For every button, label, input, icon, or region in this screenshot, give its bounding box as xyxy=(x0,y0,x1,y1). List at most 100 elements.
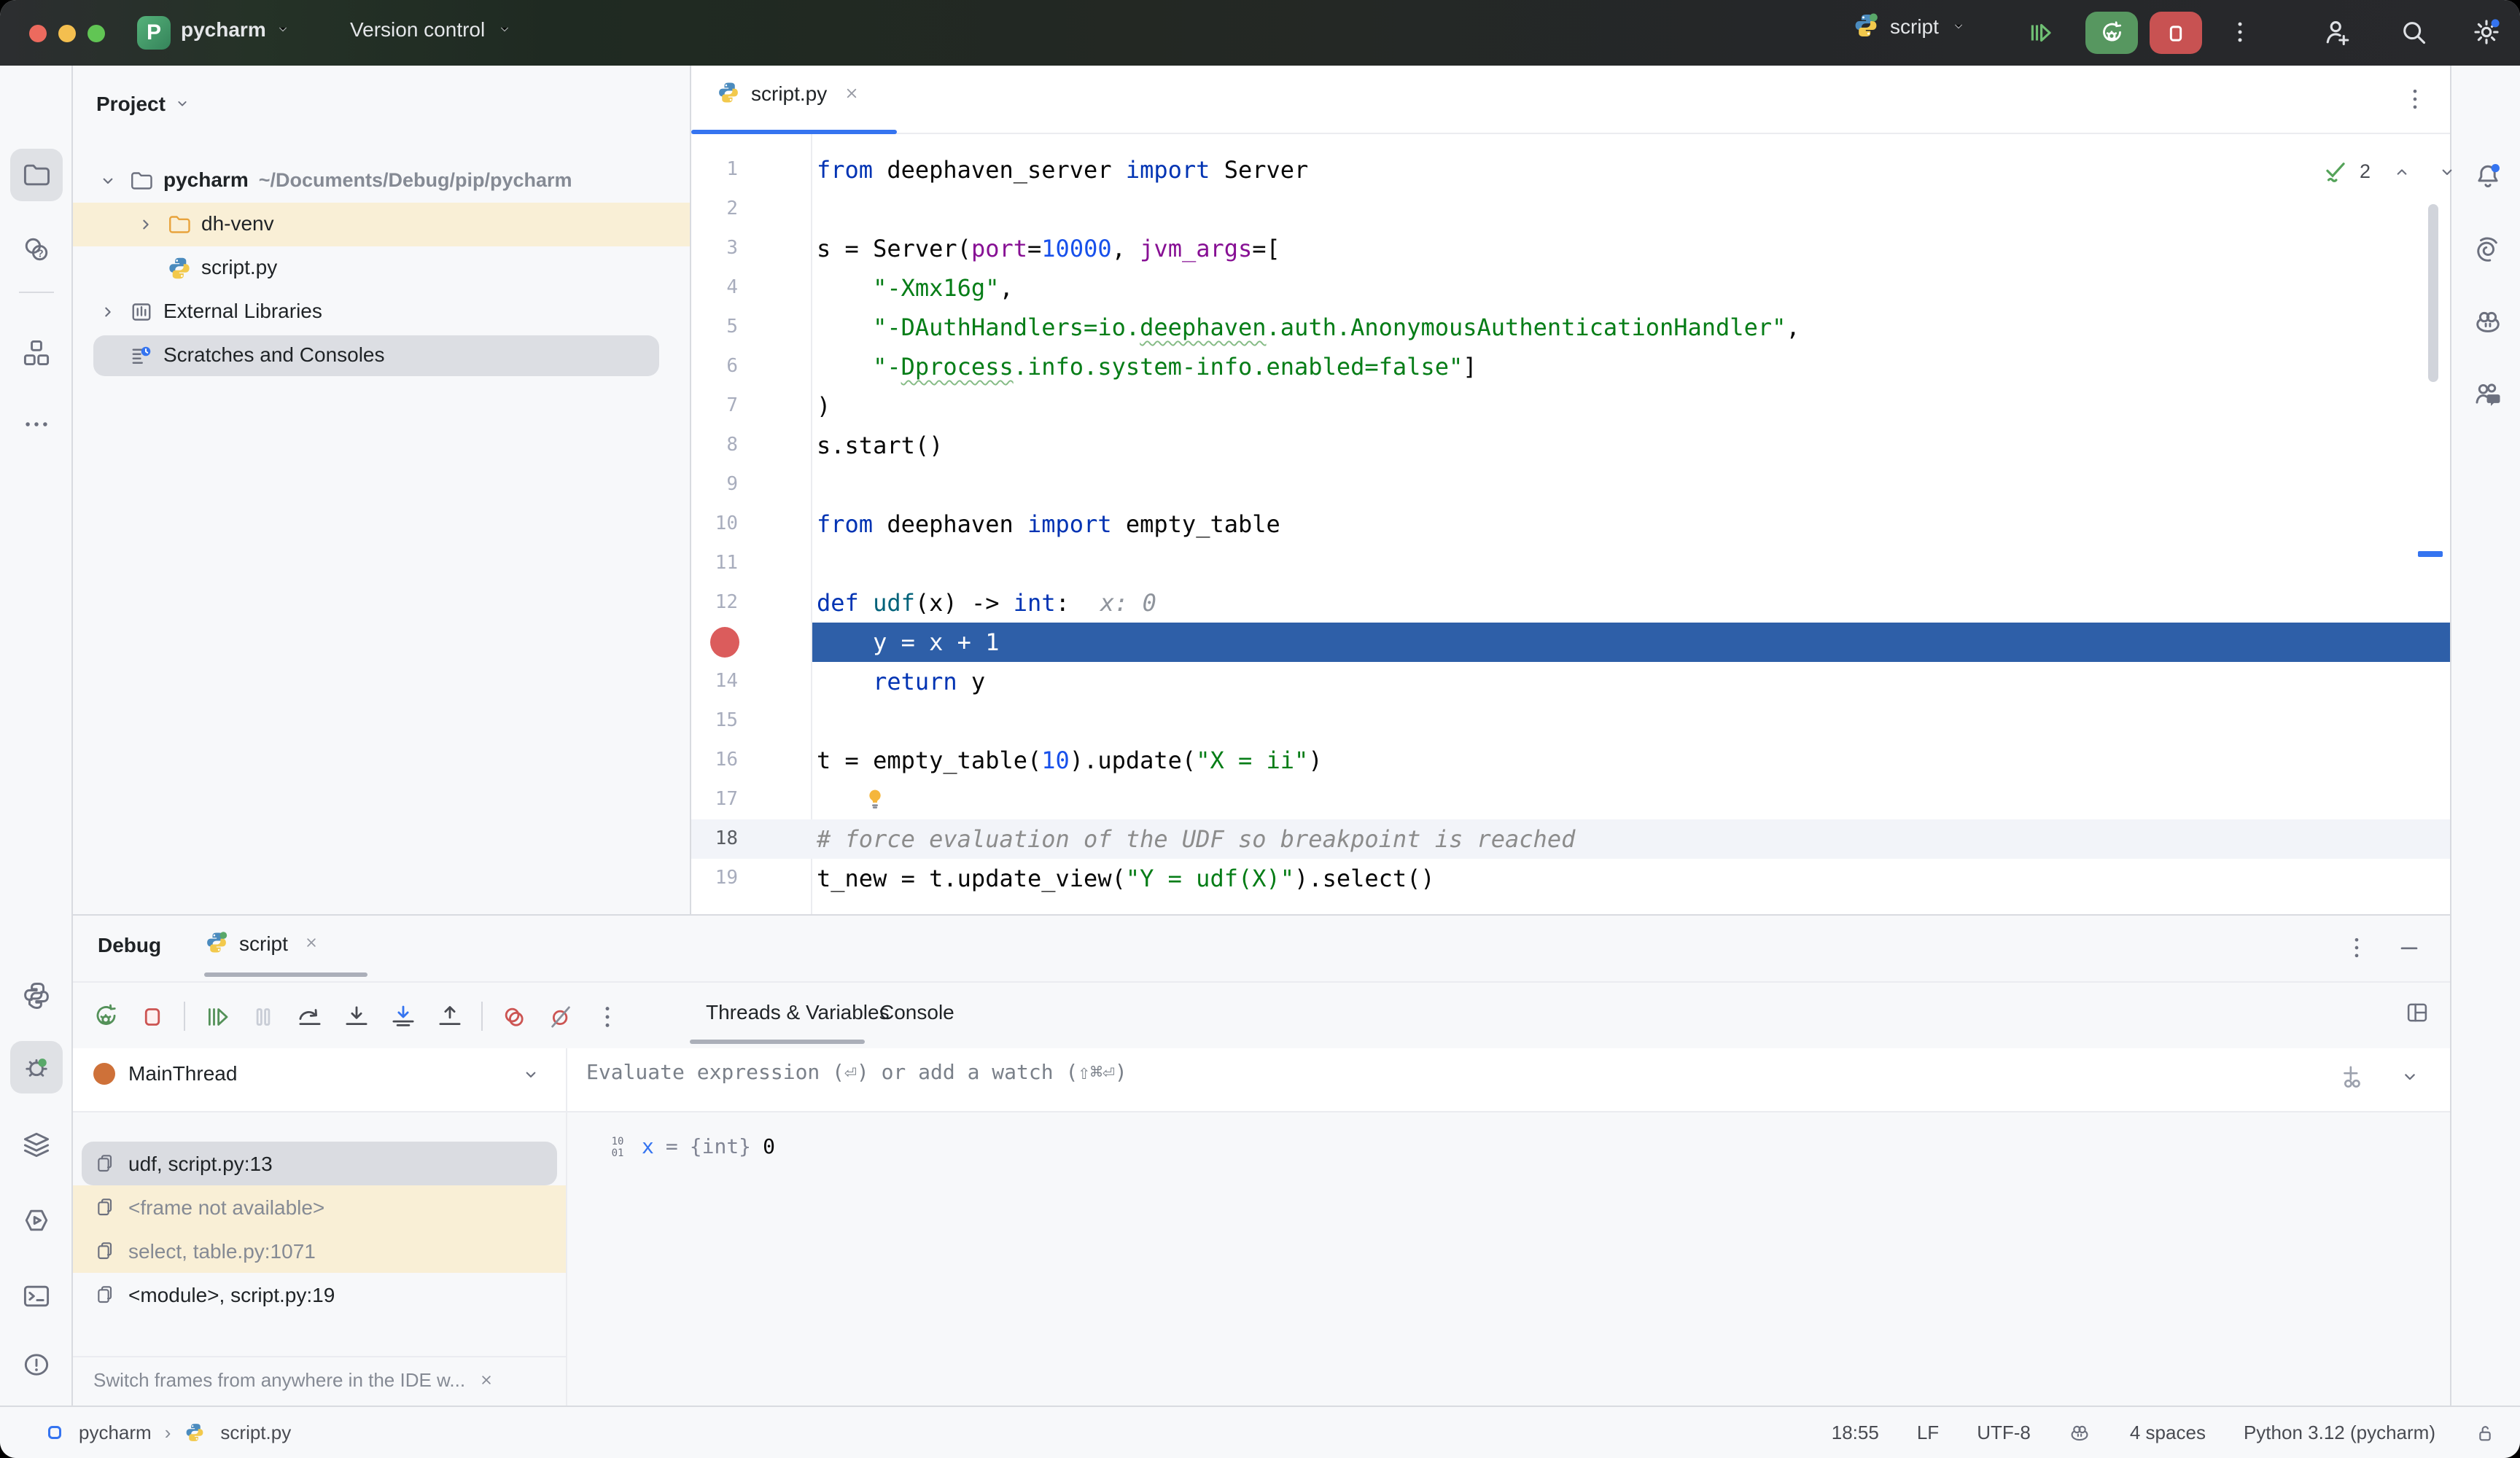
code-editor[interactable]: 1 from deephaven_server import Server 23 s … xyxy=(691,134,2450,914)
debug-options-kebab-icon[interactable] xyxy=(2342,933,2371,962)
breakpoint-icon[interactable] xyxy=(710,627,739,658)
line-number[interactable]: 2 xyxy=(691,190,738,229)
tree-item-pycharm[interactable]: pycharm~/Documents/Debug/pip/pycharm xyxy=(73,159,690,203)
line-number[interactable]: 6 xyxy=(691,347,738,386)
resume-icon[interactable] xyxy=(201,1001,232,1032)
code-line-4[interactable]: "-Xmx16g", xyxy=(817,268,1014,308)
services-icon[interactable] xyxy=(10,1118,63,1171)
code-line-3[interactable]: s = Server(port=10000, jvm_args=[ xyxy=(817,229,1280,268)
search-icon[interactable] xyxy=(2398,16,2430,48)
add-watch-icon[interactable] xyxy=(2339,1063,2368,1092)
status-item[interactable]: LF xyxy=(1917,1422,1939,1443)
line-number[interactable]: 15 xyxy=(691,701,738,741)
frame-row[interactable]: select, table.py:1071 xyxy=(73,1229,566,1273)
code-line-1[interactable]: from deephaven_server import Server xyxy=(817,150,1308,190)
code-line-18[interactable]: # force evaluation of the UDF so breakpo… xyxy=(817,819,1575,859)
breadcrumb-file[interactable]: script.py xyxy=(220,1422,291,1443)
ai-assistant-icon[interactable] xyxy=(2462,223,2514,276)
stop-red-icon[interactable] xyxy=(137,1001,168,1032)
force-step-into-icon[interactable] xyxy=(388,1001,419,1032)
code-line-16[interactable]: t = empty_table(10).update("X = ii") xyxy=(817,741,1323,780)
frame-row[interactable]: <frame not available> xyxy=(73,1185,566,1229)
code-line-13[interactable]: y = x + 1 xyxy=(817,623,999,662)
chevron-down-icon[interactable] xyxy=(2435,160,2458,183)
close-icon[interactable] xyxy=(477,1371,496,1389)
tab-console[interactable]: Console xyxy=(879,1000,954,1024)
mute-breakpoints-icon[interactable] xyxy=(545,1001,576,1032)
line-number[interactable]: 7 xyxy=(691,386,738,426)
project-panel-header[interactable]: Project xyxy=(96,92,193,115)
tree-item-scratches-and-consoles[interactable]: Scratches and Consoles xyxy=(73,334,690,378)
terminal-icon[interactable] xyxy=(10,1270,63,1322)
code-line-8[interactable]: s.start() xyxy=(817,426,943,465)
lock-open-icon[interactable] xyxy=(2473,1421,2497,1444)
chevron-down-icon[interactable] xyxy=(519,1063,542,1086)
rerun-debug-icon[interactable] xyxy=(90,1001,121,1032)
chevron-down-icon[interactable] xyxy=(2398,1064,2422,1089)
resume-program-button[interactable] xyxy=(2024,17,2055,48)
chevron-right-icon[interactable] xyxy=(134,213,158,236)
code-line-19[interactable]: t_new = t.update_view("Y = udf(X)").sele… xyxy=(817,859,1435,898)
close-icon[interactable] xyxy=(303,933,322,952)
line-number[interactable]: 14 xyxy=(691,662,738,701)
line-number[interactable]: 16 xyxy=(691,741,738,780)
status-item[interactable]: UTF-8 xyxy=(1977,1422,2031,1443)
status-item[interactable]: 4 spaces xyxy=(2130,1422,2206,1443)
step-out-icon[interactable] xyxy=(435,1001,465,1032)
code-line-10[interactable]: from deephaven import empty_table xyxy=(817,504,1280,544)
intention-bulb-icon[interactable] xyxy=(860,784,890,814)
stop-button[interactable] xyxy=(2150,12,2202,54)
frame-row[interactable]: udf, script.py:13 xyxy=(82,1142,557,1185)
code-line-12[interactable]: def udf(x) -> int:x: 0 xyxy=(817,583,1156,623)
status-item[interactable]: 18:55 xyxy=(1832,1422,1879,1443)
tree-item-external-libraries[interactable]: External Libraries xyxy=(73,290,690,334)
step-over-icon[interactable] xyxy=(295,1001,325,1032)
line-number[interactable]: 10 xyxy=(691,504,738,544)
step-into-icon[interactable] xyxy=(341,1001,372,1032)
code-line-14[interactable]: return y xyxy=(817,662,985,701)
breadcrumb-project[interactable]: pycharm xyxy=(79,1422,152,1443)
editor-scrollbar[interactable] xyxy=(2428,204,2438,382)
chevron-up-icon[interactable] xyxy=(2389,160,2413,183)
line-number[interactable]: 4 xyxy=(691,268,738,308)
problems-icon[interactable] xyxy=(10,1338,63,1391)
code-with-me-icon[interactable] xyxy=(2462,369,2514,421)
line-number[interactable]: 5 xyxy=(691,308,738,347)
add-user-icon[interactable] xyxy=(2322,16,2354,48)
structure-icon[interactable] xyxy=(10,327,63,379)
hide-panel-icon[interactable] xyxy=(2395,933,2424,962)
tab-threads-variables[interactable]: Threads & Variables xyxy=(706,1000,890,1024)
more-actions-kebab-icon[interactable] xyxy=(2225,17,2255,47)
python-console-icon[interactable] xyxy=(10,970,63,1022)
debug-session-tab[interactable]: script xyxy=(204,930,322,955)
plugin-monkey-icon[interactable] xyxy=(2462,296,2514,348)
line-number[interactable]: 11 xyxy=(691,544,738,583)
zoom-window-button[interactable] xyxy=(88,24,105,42)
editor-options-kebab-icon[interactable] xyxy=(2400,85,2430,114)
tree-item-dh-venv[interactable]: dh-venv xyxy=(73,203,690,246)
pycharm-logo[interactable]: P xyxy=(137,16,171,50)
view-breakpoints-icon[interactable] xyxy=(499,1001,529,1032)
inspections-widget[interactable]: 2 xyxy=(2322,157,2458,185)
run-config-selector[interactable]: script xyxy=(1852,12,1969,39)
variable-row[interactable]: 1001 x = {int} 0 xyxy=(607,1128,775,1166)
frame-row[interactable]: <module>, script.py:19 xyxy=(73,1273,566,1317)
vcs-menu[interactable]: Version control xyxy=(350,17,514,41)
more-tool-windows-icon[interactable] xyxy=(10,398,63,451)
line-number[interactable]: 18 xyxy=(691,819,738,859)
line-number[interactable]: 19 xyxy=(691,859,738,898)
monkey-icon[interactable] xyxy=(2069,1421,2092,1444)
line-number[interactable]: 12 xyxy=(691,583,738,623)
project-menu[interactable]: pycharm xyxy=(181,17,294,41)
project-tool-icon[interactable] xyxy=(10,149,63,201)
pause-icon[interactable] xyxy=(248,1001,279,1032)
status-item[interactable]: Python 3.12 (pycharm) xyxy=(2244,1422,2435,1443)
code-line-5[interactable]: "-DAuthHandlers=io.deephaven.auth.Anonym… xyxy=(817,308,1800,347)
evaluate-expression-input[interactable]: Evaluate expression (⏎) or add a watch (… xyxy=(586,1061,1127,1085)
line-number[interactable]: 1 xyxy=(691,150,738,190)
line-number[interactable]: 3 xyxy=(691,229,738,268)
tree-item-script-py[interactable]: script.py xyxy=(73,246,690,290)
close-icon[interactable] xyxy=(841,82,862,103)
debug-icon[interactable] xyxy=(10,1041,63,1094)
chevron-down-icon[interactable] xyxy=(96,169,120,192)
